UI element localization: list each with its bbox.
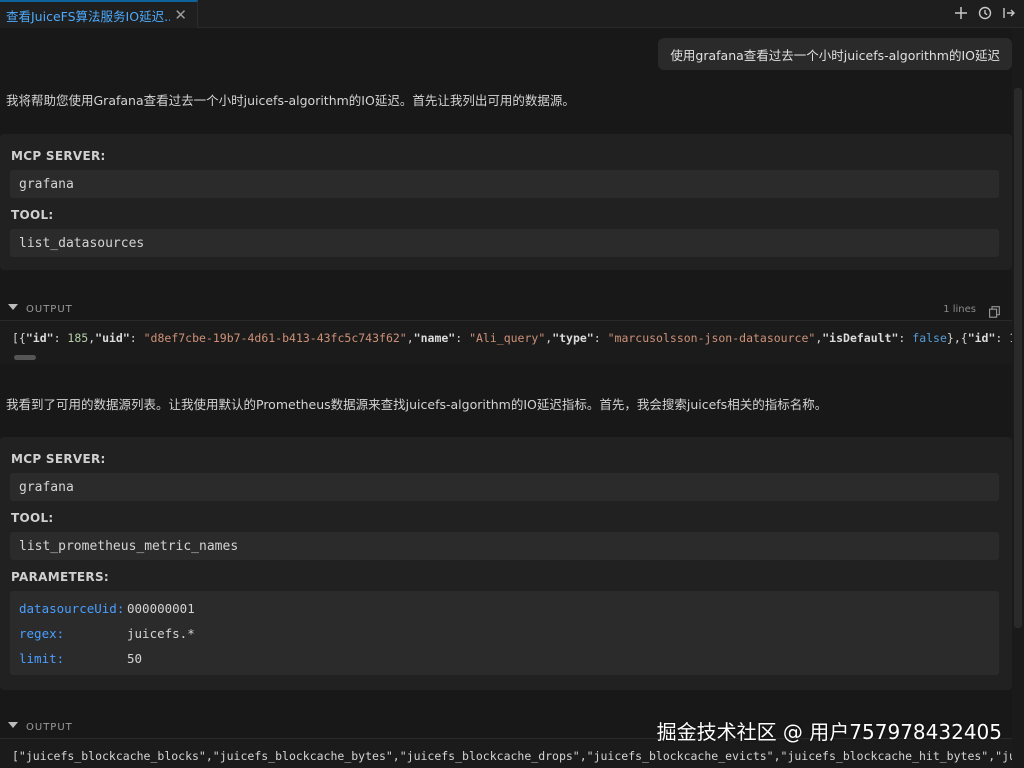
output-line-count: 1 lines [943,303,976,315]
output-text: ["juicefs_blockcache_blocks","juicefs_bl… [12,749,1012,763]
copy-icon[interactable] [989,303,1000,318]
assistant-message: 我将帮助您使用Grafana查看过去一个小时juicefs-algorithm的… [6,93,575,108]
collapse-panel-icon[interactable] [1000,4,1018,22]
output-token: "id" [25,331,54,345]
close-icon[interactable]: ✕ [174,6,187,24]
add-icon[interactable] [952,4,970,22]
output-token: , [406,331,414,345]
output-token: : [593,331,608,345]
parameter-row: regex: juicefs.* [19,624,195,642]
parameters-block: datasourceUid: 000000001 regex: juicefs.… [10,591,999,675]
parameter-key: datasourceUid: [19,600,125,616]
parameters-label: PARAMETERS: [11,570,110,584]
output-token: "type" [552,331,594,345]
scrollbar-thumb[interactable] [1014,88,1022,628]
mcp-server-field: grafana [10,170,999,198]
output-token: : [53,331,68,345]
tool-call-card: MCP SERVER: grafana TOOL: list_datasourc… [0,134,1012,270]
assistant-message: 我看到了可用的数据源列表。让我使用默认的Prometheus数据源来查找juic… [6,397,828,412]
history-icon[interactable] [976,4,994,22]
chevron-down-icon[interactable] [8,722,18,728]
output-title: OUTPUT [26,303,73,315]
output-token: false [912,331,947,345]
tool-call-card: MCP SERVER: grafana TOOL: list_prometheu… [0,437,1012,690]
parameter-value: 000000001 [127,600,195,616]
mcp-server-label: MCP SERVER: [11,452,106,466]
tool-field: list_prometheus_metric_names [10,532,999,560]
output-token: : [898,331,913,345]
tool-label: TOOL: [11,208,54,222]
output-token: : [129,331,144,345]
output-token: 185 [67,331,89,345]
watermark: 掘金技术社区 @ 用户757978432405 [656,720,1002,744]
tab-bar: 查看JuiceFS算法服务IO延迟... ✕ [0,0,1024,28]
parameter-key: limit: [19,650,65,666]
output-token: "name" [413,331,456,345]
tool-field: list_datasources [10,229,999,257]
output-token: },{ [946,331,968,345]
tab-title: 查看JuiceFS算法服务IO延迟... [6,8,170,24]
output-token: "uid" [95,331,130,345]
tab-chat[interactable]: 查看JuiceFS算法服务IO延迟... ✕ [0,0,198,28]
output-token: "Ali_query" [469,331,546,345]
output-token: "d8ef7cbe-19b7-4d61-b413-43fc5c743f62" [143,331,407,345]
output-title: OUTPUT [26,721,73,733]
output-token: : [995,331,1010,345]
parameter-value: juicefs.* [127,625,195,641]
parameter-row: datasourceUid: 000000001 [19,599,195,617]
output-token: "isDefault" [822,331,899,345]
output-token: : [455,331,470,345]
parameter-key: regex: [19,625,65,641]
mcp-server-field: grafana [10,473,999,501]
output-text: [{"id": 185,"uid": "d8ef7cbe-19b7-4d61-b… [12,331,1012,345]
output-token: ["juicefs_blockcache_blocks","juicefs_bl… [12,749,1012,763]
parameter-value: 50 [127,650,143,666]
output-token: [{ [12,331,26,345]
output-token: "id" [967,331,996,345]
output-body: [{"id": 185,"uid": "d8ef7cbe-19b7-4d61-b… [0,320,1012,364]
chevron-down-icon[interactable] [8,304,18,310]
horizontal-scrollbar[interactable] [14,355,36,360]
mcp-server-label: MCP SERVER: [11,149,106,163]
output-token: "marcusolsson-json-datasource" [607,331,816,345]
parameter-row: limit: 50 [19,649,142,667]
tool-label: TOOL: [11,511,54,525]
output-header[interactable]: OUTPUT 1 lines [0,299,1012,319]
user-message: 使用grafana查看过去一个小时juicefs-algorithm的IO延迟 [658,38,1012,70]
vertical-scrollbar[interactable] [1012,28,1024,768]
